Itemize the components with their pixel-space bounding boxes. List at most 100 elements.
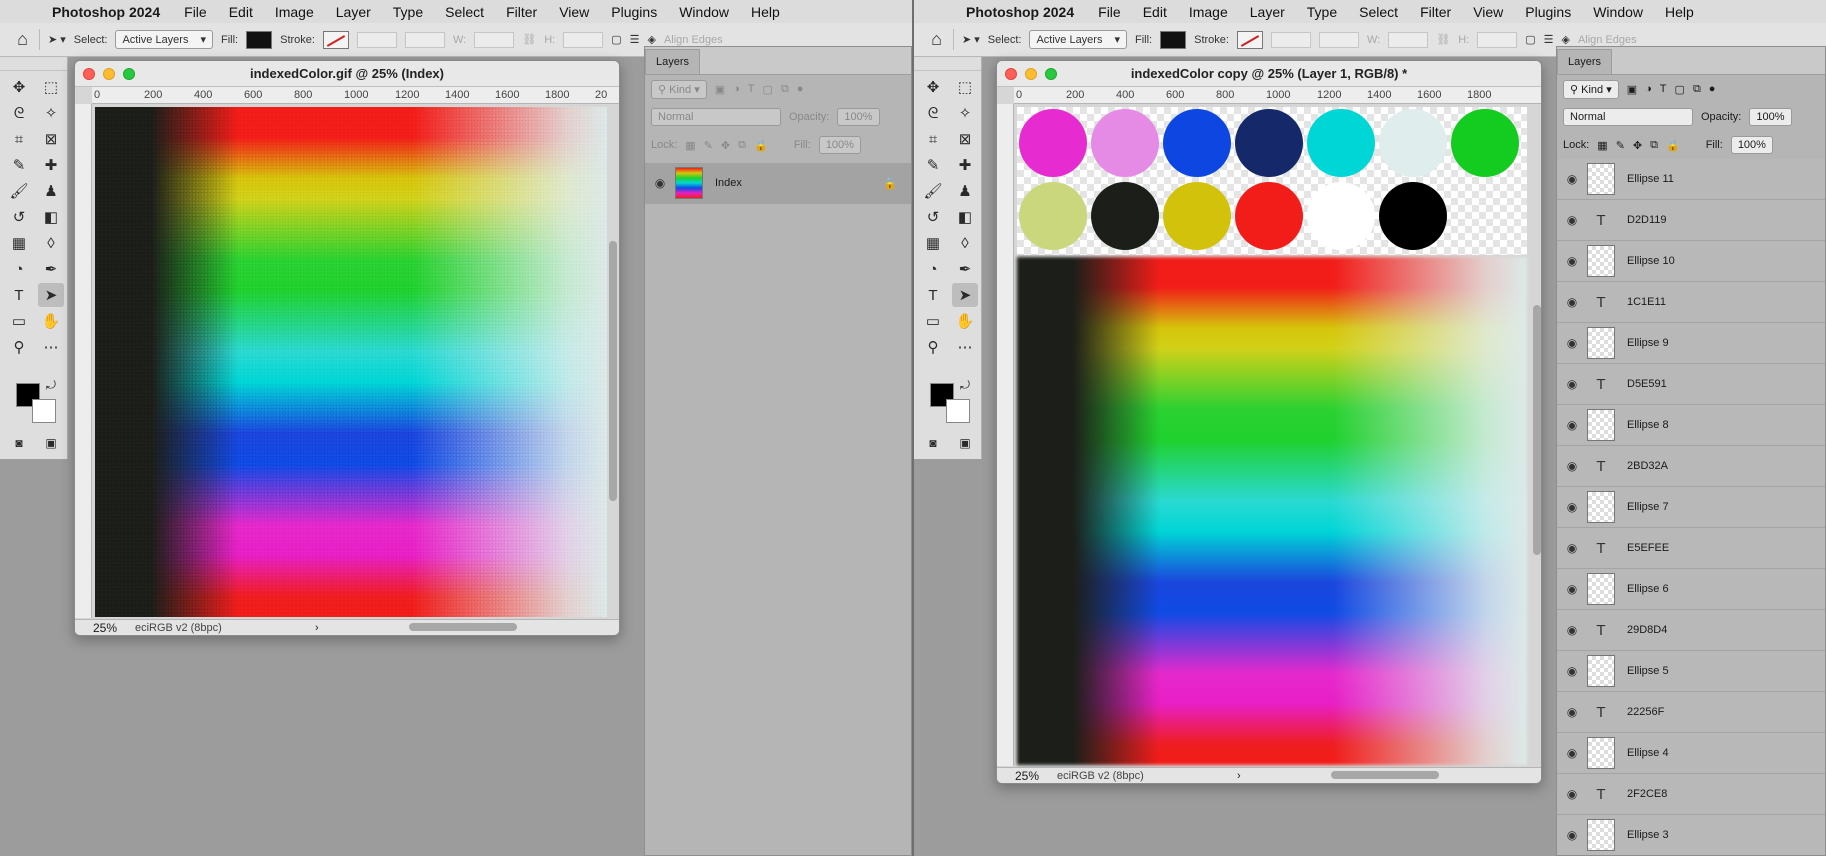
tab-layers[interactable]: Layers — [1557, 49, 1613, 74]
magic-wand-icon[interactable]: ✧ — [38, 101, 64, 125]
layer-row[interactable]: ◉ T 2BD32A — [1557, 446, 1825, 487]
layer-row[interactable]: ◉ Ellipse 4 — [1557, 733, 1825, 774]
fill-swatch[interactable] — [1160, 30, 1187, 49]
layer-name[interactable]: Index — [715, 177, 742, 189]
layer-name[interactable]: Ellipse 3 — [1627, 829, 1669, 841]
brush-icon[interactable]: 🖌 — [920, 179, 946, 203]
frame-icon[interactable]: ⊠ — [38, 127, 64, 151]
layer-row[interactable]: ◉ Ellipse 7 — [1557, 487, 1825, 528]
more-tools-icon[interactable]: ⋯ — [38, 335, 64, 359]
lock-position-icon[interactable]: ✥ — [1633, 139, 1642, 152]
menu-image[interactable]: Image — [275, 4, 314, 20]
layer-name[interactable]: 22256F — [1627, 706, 1664, 718]
move-tool-icon[interactable]: ➤ ▾ — [962, 33, 980, 46]
path-arrange-icon[interactable]: ◈ — [1561, 33, 1569, 46]
dodge-icon[interactable]: ◔ — [920, 257, 946, 281]
layer-row[interactable]: ◉ Ellipse 10 — [1557, 241, 1825, 282]
blur-icon[interactable]: ◊ — [952, 231, 978, 255]
vertical-ruler[interactable] — [997, 104, 1014, 766]
toolbar-grip[interactable] — [0, 57, 67, 71]
color-chip[interactable] — [1091, 109, 1159, 177]
color-chip[interactable] — [1019, 182, 1087, 250]
menu-type[interactable]: Type — [1307, 4, 1337, 20]
vertical-scrollbar[interactable] — [1533, 305, 1541, 555]
color-profile[interactable]: eciRGB v2 (8bpc) — [135, 622, 315, 634]
eyedropper-icon[interactable]: ✎ — [6, 153, 32, 177]
filter-toggle-icon[interactable]: ● — [1709, 83, 1716, 95]
visibility-eye-icon[interactable]: ◉ — [1557, 459, 1587, 473]
path-selection-icon[interactable]: ➤ — [952, 283, 978, 307]
home-icon[interactable]: ⌂ — [14, 29, 40, 50]
menu-filter[interactable]: Filter — [506, 4, 537, 20]
background-color-swatch[interactable] — [32, 399, 56, 423]
color-chip[interactable] — [1451, 109, 1519, 177]
quick-mask-icon[interactable]: ◙ — [920, 431, 946, 455]
menu-layer[interactable]: Layer — [1250, 4, 1285, 20]
stroke-swatch[interactable] — [322, 30, 349, 49]
background-color-swatch[interactable] — [946, 399, 970, 423]
stroke-style-field[interactable] — [1318, 31, 1359, 48]
menu-image[interactable]: Image — [1189, 4, 1228, 20]
menu-file[interactable]: File — [1098, 4, 1121, 20]
layer-row[interactable]: ◉ T 22256F — [1557, 692, 1825, 733]
select-dropdown[interactable]: Active Layers ▾ — [1029, 30, 1127, 49]
visibility-eye-icon[interactable]: ◉ — [1557, 213, 1587, 227]
visibility-eye-icon[interactable]: ◉ — [1557, 172, 1587, 186]
hand-icon[interactable]: ✋ — [952, 309, 978, 333]
healing-icon[interactable]: ✚ — [38, 153, 64, 177]
layer-name[interactable]: 2F2CE8 — [1627, 788, 1667, 800]
history-brush-icon[interactable]: ↺ — [6, 205, 32, 229]
lock-all-icon[interactable]: 🔒 — [754, 139, 768, 152]
color-chip[interactable] — [1235, 182, 1303, 250]
color-chip[interactable] — [1307, 182, 1375, 250]
color-profile[interactable]: eciRGB v2 (8bpc) — [1057, 770, 1237, 782]
marquee-icon[interactable]: ⬚ — [38, 75, 64, 99]
type-icon[interactable]: T — [6, 283, 32, 307]
filter-type-icon[interactable]: T — [1660, 83, 1667, 95]
color-chip[interactable] — [1019, 109, 1087, 177]
home-icon[interactable]: ⌂ — [928, 29, 954, 50]
lock-artboard-icon[interactable]: ⧉ — [738, 139, 746, 152]
color-chip[interactable] — [1379, 109, 1447, 177]
menu-plugins[interactable]: Plugins — [1525, 4, 1571, 20]
blend-mode-select[interactable]: Normal — [651, 108, 781, 126]
menu-type[interactable]: Type — [393, 4, 423, 20]
layer-row[interactable]: ◉ Ellipse 9 — [1557, 323, 1825, 364]
link-icon[interactable]: ⛓ — [1436, 33, 1450, 46]
toolbar-grip[interactable] — [914, 57, 981, 71]
color-chip[interactable] — [1379, 182, 1447, 250]
width-field[interactable] — [474, 31, 515, 48]
layer-name[interactable]: 1C1E11 — [1627, 296, 1666, 308]
document-titlebar[interactable]: indexedColor.gif @ 25% (Index) — [75, 61, 619, 87]
layer-name[interactable]: Ellipse 5 — [1627, 665, 1669, 677]
shape-icon[interactable]: ▭ — [920, 309, 946, 333]
layer-name[interactable]: Ellipse 10 — [1627, 255, 1675, 267]
stroke-width-field[interactable] — [356, 31, 397, 48]
stroke-width-field[interactable] — [1270, 31, 1311, 48]
height-field[interactable] — [1477, 31, 1518, 48]
layer-row[interactable]: ◉ Ellipse 5 — [1557, 651, 1825, 692]
layer-row[interactable]: ◉ T D5E591 — [1557, 364, 1825, 405]
visibility-eye-icon[interactable]: ◉ — [1557, 828, 1587, 842]
status-chevron-icon[interactable]: › — [315, 622, 319, 634]
pen-icon[interactable]: ✒ — [952, 257, 978, 281]
visibility-eye-icon[interactable]: ◉ — [1557, 787, 1587, 801]
menu-edit[interactable]: Edit — [229, 4, 253, 20]
visibility-eye-icon[interactable]: ◉ — [645, 176, 675, 190]
history-brush-icon[interactable]: ↺ — [920, 205, 946, 229]
zoom-icon[interactable]: ⚲ — [6, 335, 32, 359]
visibility-eye-icon[interactable]: ◉ — [1557, 336, 1587, 350]
screen-mode-icon[interactable]: ▣ — [952, 431, 978, 455]
kind-filter[interactable]: ⚲ Kind ▾ — [1563, 79, 1619, 99]
type-icon[interactable]: T — [920, 283, 946, 307]
layer-name[interactable]: E5EFEE — [1627, 542, 1669, 554]
dodge-icon[interactable]: ◔ — [6, 257, 32, 281]
document-canvas[interactable] — [1017, 257, 1527, 765]
horizontal-scrollbar[interactable] — [409, 623, 517, 631]
layer-row[interactable]: ◉ T 1C1E11 — [1557, 282, 1825, 323]
visibility-eye-icon[interactable]: ◉ — [1557, 377, 1587, 391]
fill-swatch[interactable] — [246, 30, 273, 49]
lock-position-icon[interactable]: ✥ — [721, 139, 730, 152]
eraser-icon[interactable]: ◧ — [38, 205, 64, 229]
menu-view[interactable]: View — [1473, 4, 1503, 20]
